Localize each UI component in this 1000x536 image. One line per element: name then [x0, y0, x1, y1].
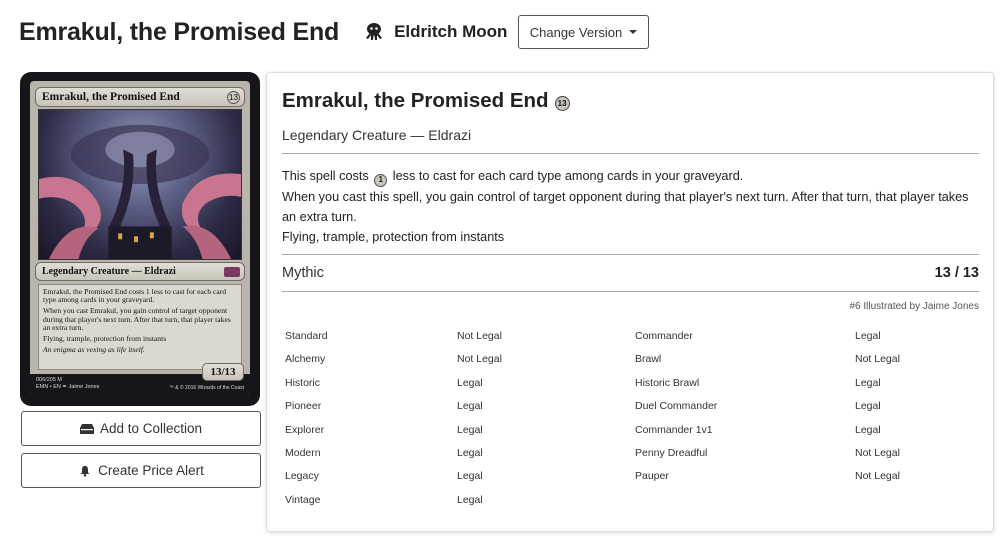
card-rule: Flying, trample, protection from instant…: [43, 334, 167, 344]
legality-status: Not Legal: [457, 330, 502, 342]
oracle-text: This spell costs 1 less to cast for each…: [282, 166, 982, 248]
legality-row: Brawl Not Legal: [635, 353, 900, 376]
format-name: Historic Brawl: [635, 376, 700, 389]
legality-status: Legal: [855, 400, 881, 413]
format-name: Brawl: [635, 353, 662, 366]
eldrazi-artwork: [39, 124, 241, 259]
legality-row: Modern Legal: [285, 447, 502, 470]
collection-box-icon: [79, 423, 94, 434]
legality-status: Legal: [855, 330, 881, 342]
change-version-dropdown[interactable]: Change Version: [518, 15, 649, 49]
card-copyright: ™ & © 2016 Wizards of the Coast: [168, 385, 244, 391]
legality-status: Not Legal: [855, 353, 900, 366]
add-to-collection-button[interactable]: Add to Collection: [21, 411, 261, 446]
format-name: Pauper: [635, 470, 669, 483]
card-art: [38, 109, 242, 260]
format-name: Legacy: [285, 470, 319, 483]
bell-icon: [80, 465, 90, 477]
divider: [282, 291, 979, 292]
card-type-bar: Legendary Creature — Eldrazi: [35, 262, 245, 281]
card-name: Emrakul, the Promised End: [282, 89, 549, 112]
card-details-title: Emrakul, the Promised End 13: [282, 89, 570, 113]
legality-list-left: Standard Not Legal Alchemy Not Legal Histo…: [285, 330, 502, 517]
legality-row: Alchemy Not Legal: [285, 353, 502, 376]
legality-row: Commander 1v1 Legal: [635, 424, 900, 447]
oracle-text-part: less to cast for each card type among ca…: [392, 169, 744, 183]
card-flavor-text: An enigma as vexing as life itself.: [43, 345, 145, 355]
card-rule: When you cast Emrakul, you gain control …: [43, 306, 231, 332]
page-title: Emrakul, the Promised End: [19, 17, 340, 46]
page-header: Emrakul, the Promised End Eldritch Moon: [19, 14, 507, 50]
card-image-type: Legendary Creature — Eldrazi: [42, 266, 176, 277]
card-rule: Emrakul, the Promised End costs 1 less t…: [43, 287, 227, 305]
card-name-bar: Emrakul, the Promised End 13: [35, 87, 245, 107]
legality-row: Duel Commander Legal: [635, 400, 900, 423]
legality-row: Standard Not Legal: [285, 330, 502, 353]
legality-status: Legal: [855, 423, 881, 436]
divider: [282, 153, 979, 154]
format-name: Standard: [285, 330, 328, 342]
type-line: Legendary Creature — Eldrazi: [282, 127, 472, 143]
legality-row: Legacy Legal: [285, 470, 502, 493]
legality-status: Legal: [457, 493, 483, 506]
eldritch-moon-set-icon: [366, 23, 383, 40]
format-name: Explorer: [285, 423, 325, 436]
oracle-line-1: This spell costs 1 less to cast for each…: [282, 166, 982, 187]
format-name: Pioneer: [285, 400, 322, 413]
legality-status: Not Legal: [855, 470, 900, 483]
legality-row: Historic Brawl Legal: [635, 377, 900, 400]
format-name: Commander: [635, 330, 693, 342]
legality-row: Penny Dreadful Not Legal: [635, 447, 900, 470]
oracle-line-2: When you cast this spell, you gain contr…: [282, 189, 969, 224]
legality-list-right: Commander Legal Brawl Not Legal Historic B…: [635, 330, 900, 494]
card-image: Emrakul, the Promised End 13 Legendary C…: [20, 72, 260, 406]
legality-row: Vintage Legal: [285, 494, 502, 517]
format-name: Modern: [285, 446, 321, 459]
power-toughness: 13 / 13: [934, 265, 979, 281]
create-price-alert-label: Create Price Alert: [98, 463, 204, 478]
legality-row: Explorer Legal: [285, 424, 502, 447]
set-info[interactable]: Eldritch Moon: [363, 22, 507, 42]
card-image-pt: 13/13: [202, 363, 244, 381]
legality-status: Legal: [457, 400, 483, 413]
create-price-alert-button[interactable]: Create Price Alert: [21, 453, 261, 488]
legality-row: Pauper Not Legal: [635, 470, 900, 493]
oracle-line-3: Flying, trample, protection from instant…: [282, 230, 505, 245]
set-artist: EMN • EN ✒ Jaime Jones: [36, 383, 100, 390]
card-frame: Emrakul, the Promised End 13 Legendary C…: [30, 81, 250, 396]
card-details-panel: Emrakul, the Promised End 13 Legendary C…: [266, 72, 994, 532]
caret-down-icon: [629, 30, 638, 34]
oracle-text-part: This spell costs: [282, 169, 369, 183]
card-collector-info: 006/205 M EMN • EN ✒ Jaime Jones: [36, 377, 99, 390]
legality-status: Legal: [457, 470, 483, 483]
mana-cost-icon: 13: [554, 95, 570, 111]
format-name: Historic: [285, 376, 321, 389]
card-image-cost: 13: [227, 90, 240, 104]
change-version-label: Change Version: [529, 24, 623, 40]
legality-row: Commander Legal: [635, 330, 900, 353]
card-image-name: Emrakul, the Promised End: [42, 91, 180, 103]
set-symbol-icon: [224, 266, 240, 277]
format-name: Commander 1v1: [635, 423, 713, 436]
add-to-collection-label: Add to Collection: [99, 421, 203, 436]
legality-status: Legal: [457, 376, 483, 389]
legality-status: Legal: [855, 376, 881, 389]
format-name: Duel Commander: [635, 400, 718, 413]
divider: [282, 254, 979, 255]
format-name: Penny Dreadful: [635, 446, 708, 459]
format-name: Vintage: [285, 493, 321, 506]
legality-status: Not Legal: [457, 353, 502, 366]
card-text-box: Emrakul, the Promised End costs 1 less t…: [38, 284, 242, 370]
generic-mana-icon: 1: [374, 173, 388, 187]
format-name: Alchemy: [285, 353, 326, 366]
legality-row: Historic Legal: [285, 377, 502, 400]
rarity: Mythic: [282, 265, 324, 281]
legality-status: Not Legal: [855, 446, 900, 459]
illustrator-credit[interactable]: #6 Illustrated by Jaime Jones: [849, 301, 979, 312]
legality-status: Legal: [457, 423, 483, 436]
set-name: Eldritch Moon: [394, 22, 508, 41]
legality-row: Pioneer Legal: [285, 400, 502, 423]
legality-status: Legal: [457, 446, 483, 459]
